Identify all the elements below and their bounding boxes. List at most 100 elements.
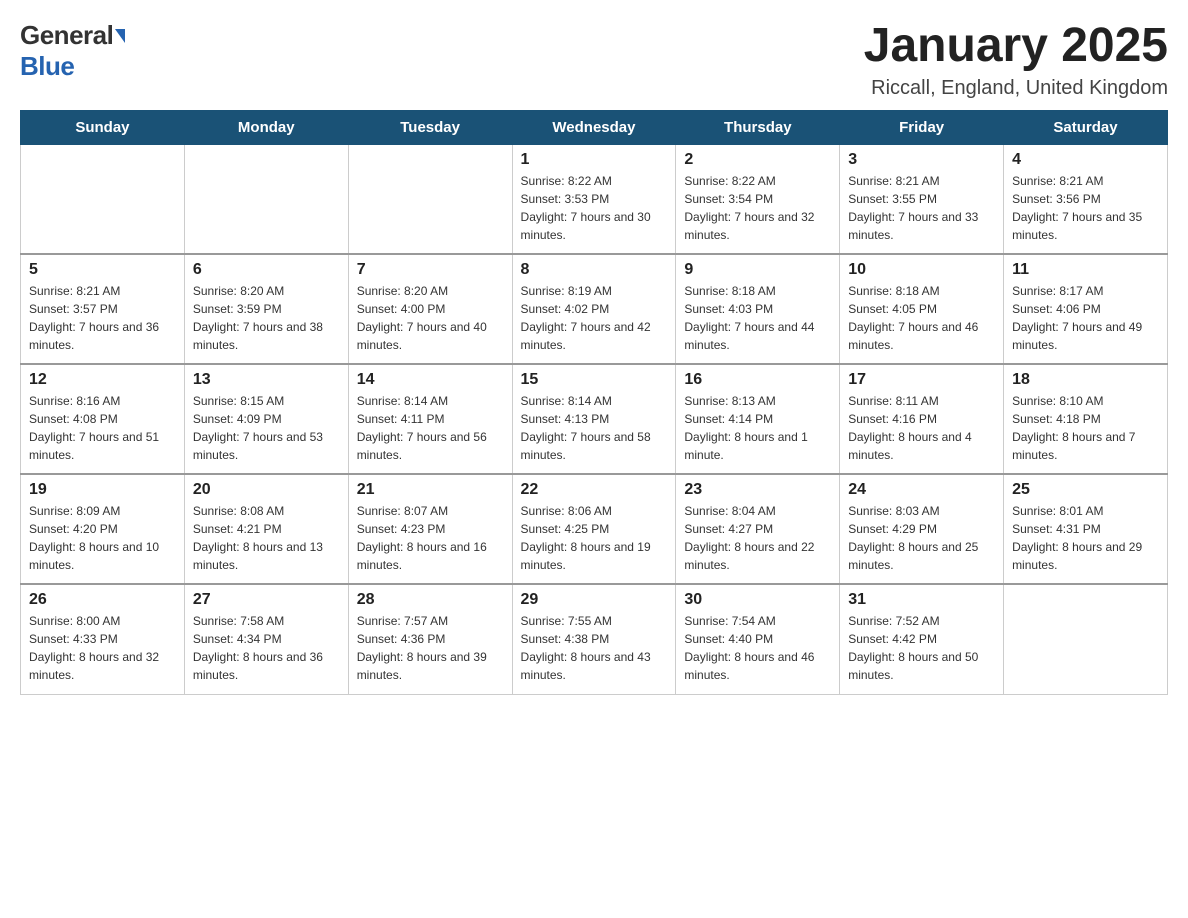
day-number: 9 xyxy=(684,261,831,279)
calendar-cell: 6 Sunrise: 8:20 AMSunset: 3:59 PMDaylight… xyxy=(184,254,348,364)
calendar-table: SundayMondayTuesdayWednesdayThursdayFrid… xyxy=(20,110,1168,695)
calendar-cell xyxy=(184,144,348,254)
day-number: 18 xyxy=(1012,371,1159,389)
calendar-week-2: 5 Sunrise: 8:21 AMSunset: 3:57 PMDaylight… xyxy=(21,254,1168,364)
page-subtitle: Riccall, England, United Kingdom xyxy=(864,77,1168,100)
day-number: 21 xyxy=(357,481,504,499)
calendar-cell: 21 Sunrise: 8:07 AMSunset: 4:23 PMDayligh… xyxy=(348,474,512,584)
day-number: 29 xyxy=(521,591,668,609)
calendar-header-tuesday: Tuesday xyxy=(348,110,512,144)
calendar-cell: 7 Sunrise: 8:20 AMSunset: 4:00 PMDaylight… xyxy=(348,254,512,364)
page-header: General Blue January 2025 Riccall, Engla… xyxy=(20,20,1168,100)
day-info: Sunrise: 8:03 AMSunset: 4:29 PMDaylight:… xyxy=(848,502,995,574)
day-number: 27 xyxy=(193,591,340,609)
calendar-cell: 11Sunrise: 8:17 AMSunset: 4:06 PMDayligh… xyxy=(1004,254,1168,364)
day-info: Sunrise: 8:14 AMSunset: 4:11 PMDaylight:… xyxy=(357,392,504,464)
calendar-cell: 18 Sunrise: 8:10 AMSunset: 4:18 PMDayligh… xyxy=(1004,364,1168,474)
day-number: 16 xyxy=(684,371,831,389)
day-number: 30 xyxy=(684,591,831,609)
calendar-cell: 19 Sunrise: 8:09 AMSunset: 4:20 PMDayligh… xyxy=(21,474,185,584)
day-info: Sunrise: 8:22 AMSunset: 3:54 PMDaylight:… xyxy=(684,172,831,244)
day-info: Sunrise: 8:21 AMSunset: 3:57 PMDaylight:… xyxy=(29,282,176,354)
calendar-cell: 29 Sunrise: 7:55 AMSunset: 4:38 PMDayligh… xyxy=(512,584,676,694)
day-number: 14 xyxy=(357,371,504,389)
logo-general-text: General xyxy=(20,20,113,51)
day-number: 7 xyxy=(357,261,504,279)
day-info: Sunrise: 8:20 AMSunset: 4:00 PMDaylight:… xyxy=(357,282,504,354)
day-number: 1 xyxy=(521,151,668,169)
calendar-cell xyxy=(21,144,185,254)
day-number: 24 xyxy=(848,481,995,499)
day-info: Sunrise: 8:18 AMSunset: 4:03 PMDaylight:… xyxy=(684,282,831,354)
calendar-cell: 22 Sunrise: 8:06 AMSunset: 4:25 PMDayligh… xyxy=(512,474,676,584)
day-number: 6 xyxy=(193,261,340,279)
day-number: 19 xyxy=(29,481,176,499)
calendar-cell: 30 Sunrise: 7:54 AMSunset: 4:40 PMDayligh… xyxy=(676,584,840,694)
day-info: Sunrise: 8:20 AMSunset: 3:59 PMDaylight:… xyxy=(193,282,340,354)
day-number: 8 xyxy=(521,261,668,279)
day-info: Sunrise: 7:54 AMSunset: 4:40 PMDaylight:… xyxy=(684,612,831,684)
calendar-week-5: 26 Sunrise: 8:00 AMSunset: 4:33 PMDayligh… xyxy=(21,584,1168,694)
day-number: 3 xyxy=(848,151,995,169)
calendar-cell: 2 Sunrise: 8:22 AMSunset: 3:54 PMDaylight… xyxy=(676,144,840,254)
day-info: Sunrise: 8:07 AMSunset: 4:23 PMDaylight:… xyxy=(357,502,504,574)
day-info: Sunrise: 8:10 AMSunset: 4:18 PMDaylight:… xyxy=(1012,392,1159,464)
day-number: 25 xyxy=(1012,481,1159,499)
calendar-header-wednesday: Wednesday xyxy=(512,110,676,144)
calendar-cell: 4 Sunrise: 8:21 AMSunset: 3:56 PMDaylight… xyxy=(1004,144,1168,254)
calendar-week-1: 1Sunrise: 8:22 AMSunset: 3:53 PMDaylight… xyxy=(21,144,1168,254)
day-info: Sunrise: 8:18 AMSunset: 4:05 PMDaylight:… xyxy=(848,282,995,354)
day-info: Sunrise: 8:19 AMSunset: 4:02 PMDaylight:… xyxy=(521,282,668,354)
calendar-cell: 31Sunrise: 7:52 AMSunset: 4:42 PMDayligh… xyxy=(840,584,1004,694)
day-info: Sunrise: 8:16 AMSunset: 4:08 PMDaylight:… xyxy=(29,392,176,464)
calendar-header-saturday: Saturday xyxy=(1004,110,1168,144)
day-number: 2 xyxy=(684,151,831,169)
calendar-cell: 28Sunrise: 7:57 AMSunset: 4:36 PMDayligh… xyxy=(348,584,512,694)
title-block: January 2025 Riccall, England, United Ki… xyxy=(864,20,1168,100)
calendar-cell: 20Sunrise: 8:08 AMSunset: 4:21 PMDayligh… xyxy=(184,474,348,584)
page-title: January 2025 xyxy=(864,20,1168,73)
calendar-header-monday: Monday xyxy=(184,110,348,144)
day-number: 20 xyxy=(193,481,340,499)
day-info: Sunrise: 8:09 AMSunset: 4:20 PMDaylight:… xyxy=(29,502,176,574)
day-number: 22 xyxy=(521,481,668,499)
logo: General Blue xyxy=(20,20,125,82)
day-number: 31 xyxy=(848,591,995,609)
calendar-header-row: SundayMondayTuesdayWednesdayThursdayFrid… xyxy=(21,110,1168,144)
calendar-cell: 25 Sunrise: 8:01 AMSunset: 4:31 PMDayligh… xyxy=(1004,474,1168,584)
calendar-cell: 16 Sunrise: 8:13 AMSunset: 4:14 PMDayligh… xyxy=(676,364,840,474)
calendar-cell: 17Sunrise: 8:11 AMSunset: 4:16 PMDayligh… xyxy=(840,364,1004,474)
calendar-cell: 8 Sunrise: 8:19 AMSunset: 4:02 PMDaylight… xyxy=(512,254,676,364)
day-info: Sunrise: 8:21 AMSunset: 3:55 PMDaylight:… xyxy=(848,172,995,244)
day-info: Sunrise: 8:13 AMSunset: 4:14 PMDaylight:… xyxy=(684,392,831,464)
calendar-cell: 15 Sunrise: 8:14 AMSunset: 4:13 PMDayligh… xyxy=(512,364,676,474)
day-number: 11 xyxy=(1012,261,1159,279)
calendar-cell: 24 Sunrise: 8:03 AMSunset: 4:29 PMDayligh… xyxy=(840,474,1004,584)
calendar-cell: 3 Sunrise: 8:21 AMSunset: 3:55 PMDaylight… xyxy=(840,144,1004,254)
day-number: 12 xyxy=(29,371,176,389)
day-number: 17 xyxy=(848,371,995,389)
logo-arrow-icon xyxy=(115,29,125,43)
calendar-cell xyxy=(1004,584,1168,694)
day-info: Sunrise: 8:14 AMSunset: 4:13 PMDaylight:… xyxy=(521,392,668,464)
day-number: 13 xyxy=(193,371,340,389)
day-info: Sunrise: 7:55 AMSunset: 4:38 PMDaylight:… xyxy=(521,612,668,684)
logo-blue-text: Blue xyxy=(20,51,74,81)
calendar-cell: 26 Sunrise: 8:00 AMSunset: 4:33 PMDayligh… xyxy=(21,584,185,694)
calendar-cell: 23Sunrise: 8:04 AMSunset: 4:27 PMDayligh… xyxy=(676,474,840,584)
calendar-cell: 10Sunrise: 8:18 AMSunset: 4:05 PMDayligh… xyxy=(840,254,1004,364)
day-number: 26 xyxy=(29,591,176,609)
day-info: Sunrise: 8:00 AMSunset: 4:33 PMDaylight:… xyxy=(29,612,176,684)
calendar-cell: 12 Sunrise: 8:16 AMSunset: 4:08 PMDayligh… xyxy=(21,364,185,474)
day-info: Sunrise: 8:01 AMSunset: 4:31 PMDaylight:… xyxy=(1012,502,1159,574)
calendar-week-4: 19 Sunrise: 8:09 AMSunset: 4:20 PMDayligh… xyxy=(21,474,1168,584)
calendar-week-3: 12 Sunrise: 8:16 AMSunset: 4:08 PMDayligh… xyxy=(21,364,1168,474)
day-number: 5 xyxy=(29,261,176,279)
calendar-cell: 9 Sunrise: 8:18 AMSunset: 4:03 PMDaylight… xyxy=(676,254,840,364)
day-number: 15 xyxy=(521,371,668,389)
day-info: Sunrise: 8:15 AMSunset: 4:09 PMDaylight:… xyxy=(193,392,340,464)
day-info: Sunrise: 8:21 AMSunset: 3:56 PMDaylight:… xyxy=(1012,172,1159,244)
day-info: Sunrise: 8:06 AMSunset: 4:25 PMDaylight:… xyxy=(521,502,668,574)
day-number: 4 xyxy=(1012,151,1159,169)
calendar-cell: 27Sunrise: 7:58 AMSunset: 4:34 PMDayligh… xyxy=(184,584,348,694)
